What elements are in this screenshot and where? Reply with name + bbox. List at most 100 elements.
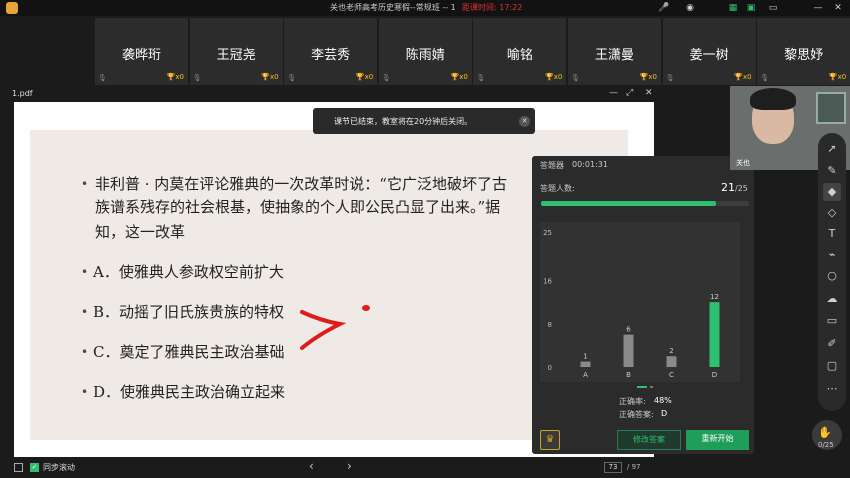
participant-name: 喻铭 — [506, 48, 533, 63]
toast-close-button[interactable]: ✕ — [519, 116, 530, 127]
mic-off-icon: 🎙 — [287, 74, 297, 82]
close-icon[interactable]: ✕ — [832, 2, 844, 14]
grid-icon[interactable]: ▦ — [727, 2, 739, 14]
participant-tile[interactable]: 喻铭 🎙 🏆x0 — [473, 18, 567, 85]
expand-icon[interactable]: ⤢ — [626, 88, 633, 98]
background-frame — [816, 92, 846, 124]
participant-tile[interactable]: 陈雨婧 🎙 🏆x0 — [378, 18, 472, 85]
correct-answer-label: 正确答案: — [619, 410, 654, 419]
toolbox-icon[interactable]: ▭ — [823, 312, 841, 330]
layout-icon[interactable]: ▭ — [767, 2, 779, 14]
y-tick-label: 8 — [548, 321, 552, 329]
bullet: • — [81, 305, 89, 319]
correct-rate-label: 正确率: — [619, 397, 646, 406]
page-input[interactable]: 73 — [604, 462, 622, 473]
page-indicator — [650, 386, 653, 388]
class-countdown: 距课时间: 17:22 — [462, 3, 523, 12]
mic-off-icon: 🎙 — [381, 74, 391, 82]
participant-name: 王冠尧 — [216, 48, 256, 63]
participant-tile[interactable]: 李芸秀 🎙 🏆x0 — [284, 18, 378, 85]
mic-off-icon: 🎙 — [98, 74, 107, 82]
trophy-icon: 🏆x0 — [166, 73, 184, 81]
mic-off-icon: 🎙 — [476, 74, 486, 82]
bullet: • — [81, 265, 89, 279]
participant-tile[interactable]: 王冠尧 🎙 🏆x0 — [189, 18, 283, 85]
respondents-label: 答题人数: — [540, 184, 575, 193]
more-icon[interactable]: ⋯ — [823, 380, 841, 398]
pointer-icon[interactable]: ➚ — [823, 140, 841, 158]
mic-off-icon: 🎙 — [571, 74, 580, 82]
shape-icon[interactable]: ○ — [823, 267, 841, 285]
mic-off-icon: 🎙 — [760, 74, 770, 82]
participant-tile[interactable]: 袭晔珩 🎙 🏆x0 — [95, 18, 188, 85]
trophy-count: x0 — [742, 73, 752, 81]
question-line: 知，这一改革 — [95, 223, 186, 241]
mic-off-icon: 🎙 — [665, 74, 675, 82]
trophy-icon: 🏆x0 — [261, 73, 279, 81]
prev-page-button[interactable]: ‹ — [309, 459, 314, 473]
minimize-icon[interactable]: — — [609, 88, 618, 98]
quiz-timer: 00:01:31 — [572, 160, 608, 169]
pen-annotation — [300, 305, 370, 350]
participant-name: 李芸秀 — [311, 48, 351, 63]
chat-icon[interactable]: ▢ — [823, 357, 841, 375]
sync-checkbox[interactable]: ✓ — [30, 463, 39, 472]
cloud-icon[interactable]: ☁ — [823, 290, 841, 308]
participant-tile[interactable]: 黎思妤 🎙 🏆x0 — [757, 18, 850, 85]
bottom-bar — [0, 459, 850, 478]
trophy-icon: 🏆x0 — [355, 73, 374, 81]
option-a: A．使雅典人参政权空前扩大 — [93, 263, 284, 281]
view-toggle[interactable] — [14, 463, 23, 472]
page-indicator-active — [637, 386, 647, 388]
hand-count: 0/25 — [818, 441, 834, 449]
x-tick-label: D — [712, 371, 717, 379]
trophy-count: x0 — [837, 73, 847, 81]
mic-icon[interactable]: 🎤 — [658, 2, 670, 14]
minimize-icon[interactable]: — — [812, 2, 824, 14]
trophy-count: x0 — [553, 73, 563, 81]
x-tick-label: A — [583, 371, 588, 379]
camera-label: 关也 — [736, 159, 750, 167]
hand-icon: ✋ — [818, 426, 832, 439]
bar-value-label: 2 — [669, 347, 673, 355]
text-icon[interactable]: T — [823, 225, 841, 243]
progress-fill — [541, 201, 716, 206]
trophy-count: x0 — [364, 73, 374, 81]
participant-name: 陈雨婧 — [405, 48, 445, 63]
correct-answer-value: D — [661, 409, 668, 418]
participant-tile[interactable]: 姜一树 🎙 🏆x0 — [662, 18, 756, 85]
participant-tile[interactable]: 王潇曼 🎙 🏆x0 — [568, 18, 661, 85]
sync-label: 同步滚动 — [43, 463, 75, 472]
laser-icon[interactable]: ⌁ — [823, 246, 841, 264]
trophy-icon[interactable]: ♛ — [540, 430, 560, 450]
option-d: D．使雅典民主政治确立起来 — [93, 383, 286, 401]
answer-chart: 0 8 16 25 1 A 6 B 2 C 12 D — [543, 229, 720, 379]
close-icon[interactable]: ✕ — [645, 88, 653, 98]
bar-B — [623, 334, 634, 367]
pen-icon[interactable]: ✎ — [823, 162, 841, 180]
bar-D — [709, 302, 720, 367]
mic-off-icon: 🎙 — [192, 74, 202, 82]
y-tick-label: 25 — [543, 229, 552, 237]
modify-answer-button[interactable]: 修改答案 — [617, 430, 681, 450]
highlighter-icon[interactable]: ◆ — [823, 183, 841, 201]
respondents-count: 21 — [721, 181, 735, 194]
trophy-icon: 🏆x0 — [639, 73, 657, 81]
eraser-icon[interactable]: ◇ — [823, 204, 841, 222]
screen-icon[interactable]: ▣ — [745, 2, 757, 14]
file-window-bar — [0, 88, 665, 102]
x-tick-label: B — [626, 371, 631, 379]
trophy-count: x0 — [648, 73, 657, 81]
trophy-icon: 🏆x0 — [734, 73, 752, 81]
trophy-icon: 🏆x0 — [545, 73, 563, 81]
next-page-button[interactable]: › — [347, 459, 352, 473]
headset-icon[interactable]: ◉ — [684, 2, 696, 14]
y-tick-label: 0 — [548, 364, 552, 372]
toast-text: 课节已结束，教室将在20分钟后关闭。 — [334, 117, 473, 126]
edit-icon[interactable]: ✐ — [823, 335, 841, 353]
trophy-count: x0 — [459, 73, 468, 81]
restart-button[interactable]: 重新开始 — [686, 430, 749, 450]
bar-value-label: 6 — [626, 326, 631, 334]
trophy-count: x0 — [175, 73, 184, 81]
quiz-title: 答题器 — [540, 161, 564, 170]
